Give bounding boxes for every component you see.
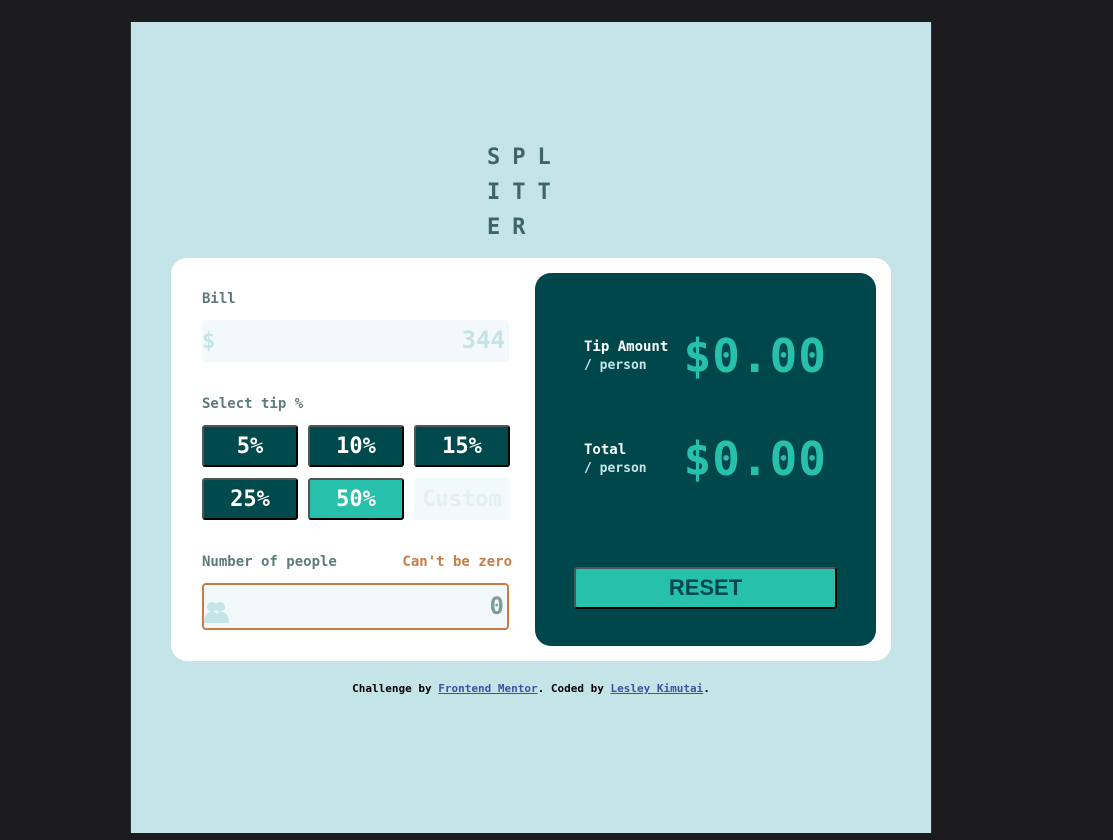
tip-amount-label: Tip Amount bbox=[584, 339, 669, 355]
person-icon bbox=[204, 602, 229, 623]
tip-button-50[interactable]: 50% bbox=[308, 478, 404, 520]
footer-suffix: . bbox=[703, 682, 710, 695]
people-error: Can't be zero bbox=[402, 554, 512, 570]
results-panel: Tip Amount / person $0.00 Total / person… bbox=[535, 273, 876, 646]
total-sub: / person bbox=[584, 461, 647, 476]
custom-tip-input[interactable]: Custom bbox=[414, 478, 510, 520]
total-label: Total bbox=[584, 442, 627, 458]
author-link[interactable]: Lesley Kimutai bbox=[610, 682, 703, 695]
footer: Challenge by Frontend Mentor. Coded by L… bbox=[131, 682, 931, 695]
reset-button[interactable]: RESET bbox=[574, 567, 837, 609]
tip-amount-value: $0.00 bbox=[683, 329, 827, 383]
tip-amount-sub: / person bbox=[584, 358, 647, 373]
tip-button-15[interactable]: 15% bbox=[414, 425, 510, 467]
dollar-icon: $ bbox=[202, 329, 216, 354]
logo: SPLITTER bbox=[487, 145, 563, 240]
footer-middle: . Coded by bbox=[537, 682, 611, 695]
tip-label: Select tip % bbox=[202, 396, 304, 412]
footer-prefix: Challenge by bbox=[352, 682, 439, 695]
tip-button-25[interactable]: 25% bbox=[202, 478, 298, 520]
page: SPLITTER Bill $ 344 Select tip % 5% 10% … bbox=[130, 22, 932, 833]
people-value: 0 bbox=[489, 592, 504, 620]
people-input[interactable]: 0 bbox=[202, 583, 509, 630]
frontend-mentor-link[interactable]: Frontend Mentor bbox=[438, 682, 537, 695]
tip-button-5[interactable]: 5% bbox=[202, 425, 298, 467]
bill-label: Bill bbox=[202, 291, 236, 307]
total-value: $0.00 bbox=[683, 432, 827, 486]
people-label: Number of people bbox=[202, 554, 337, 570]
bill-input[interactable]: $ 344 bbox=[202, 320, 509, 362]
calculator-card: Bill $ 344 Select tip % 5% 10% 15% 25% 5… bbox=[171, 258, 891, 661]
tip-button-10[interactable]: 10% bbox=[308, 425, 404, 467]
bill-value: 344 bbox=[461, 326, 505, 354]
